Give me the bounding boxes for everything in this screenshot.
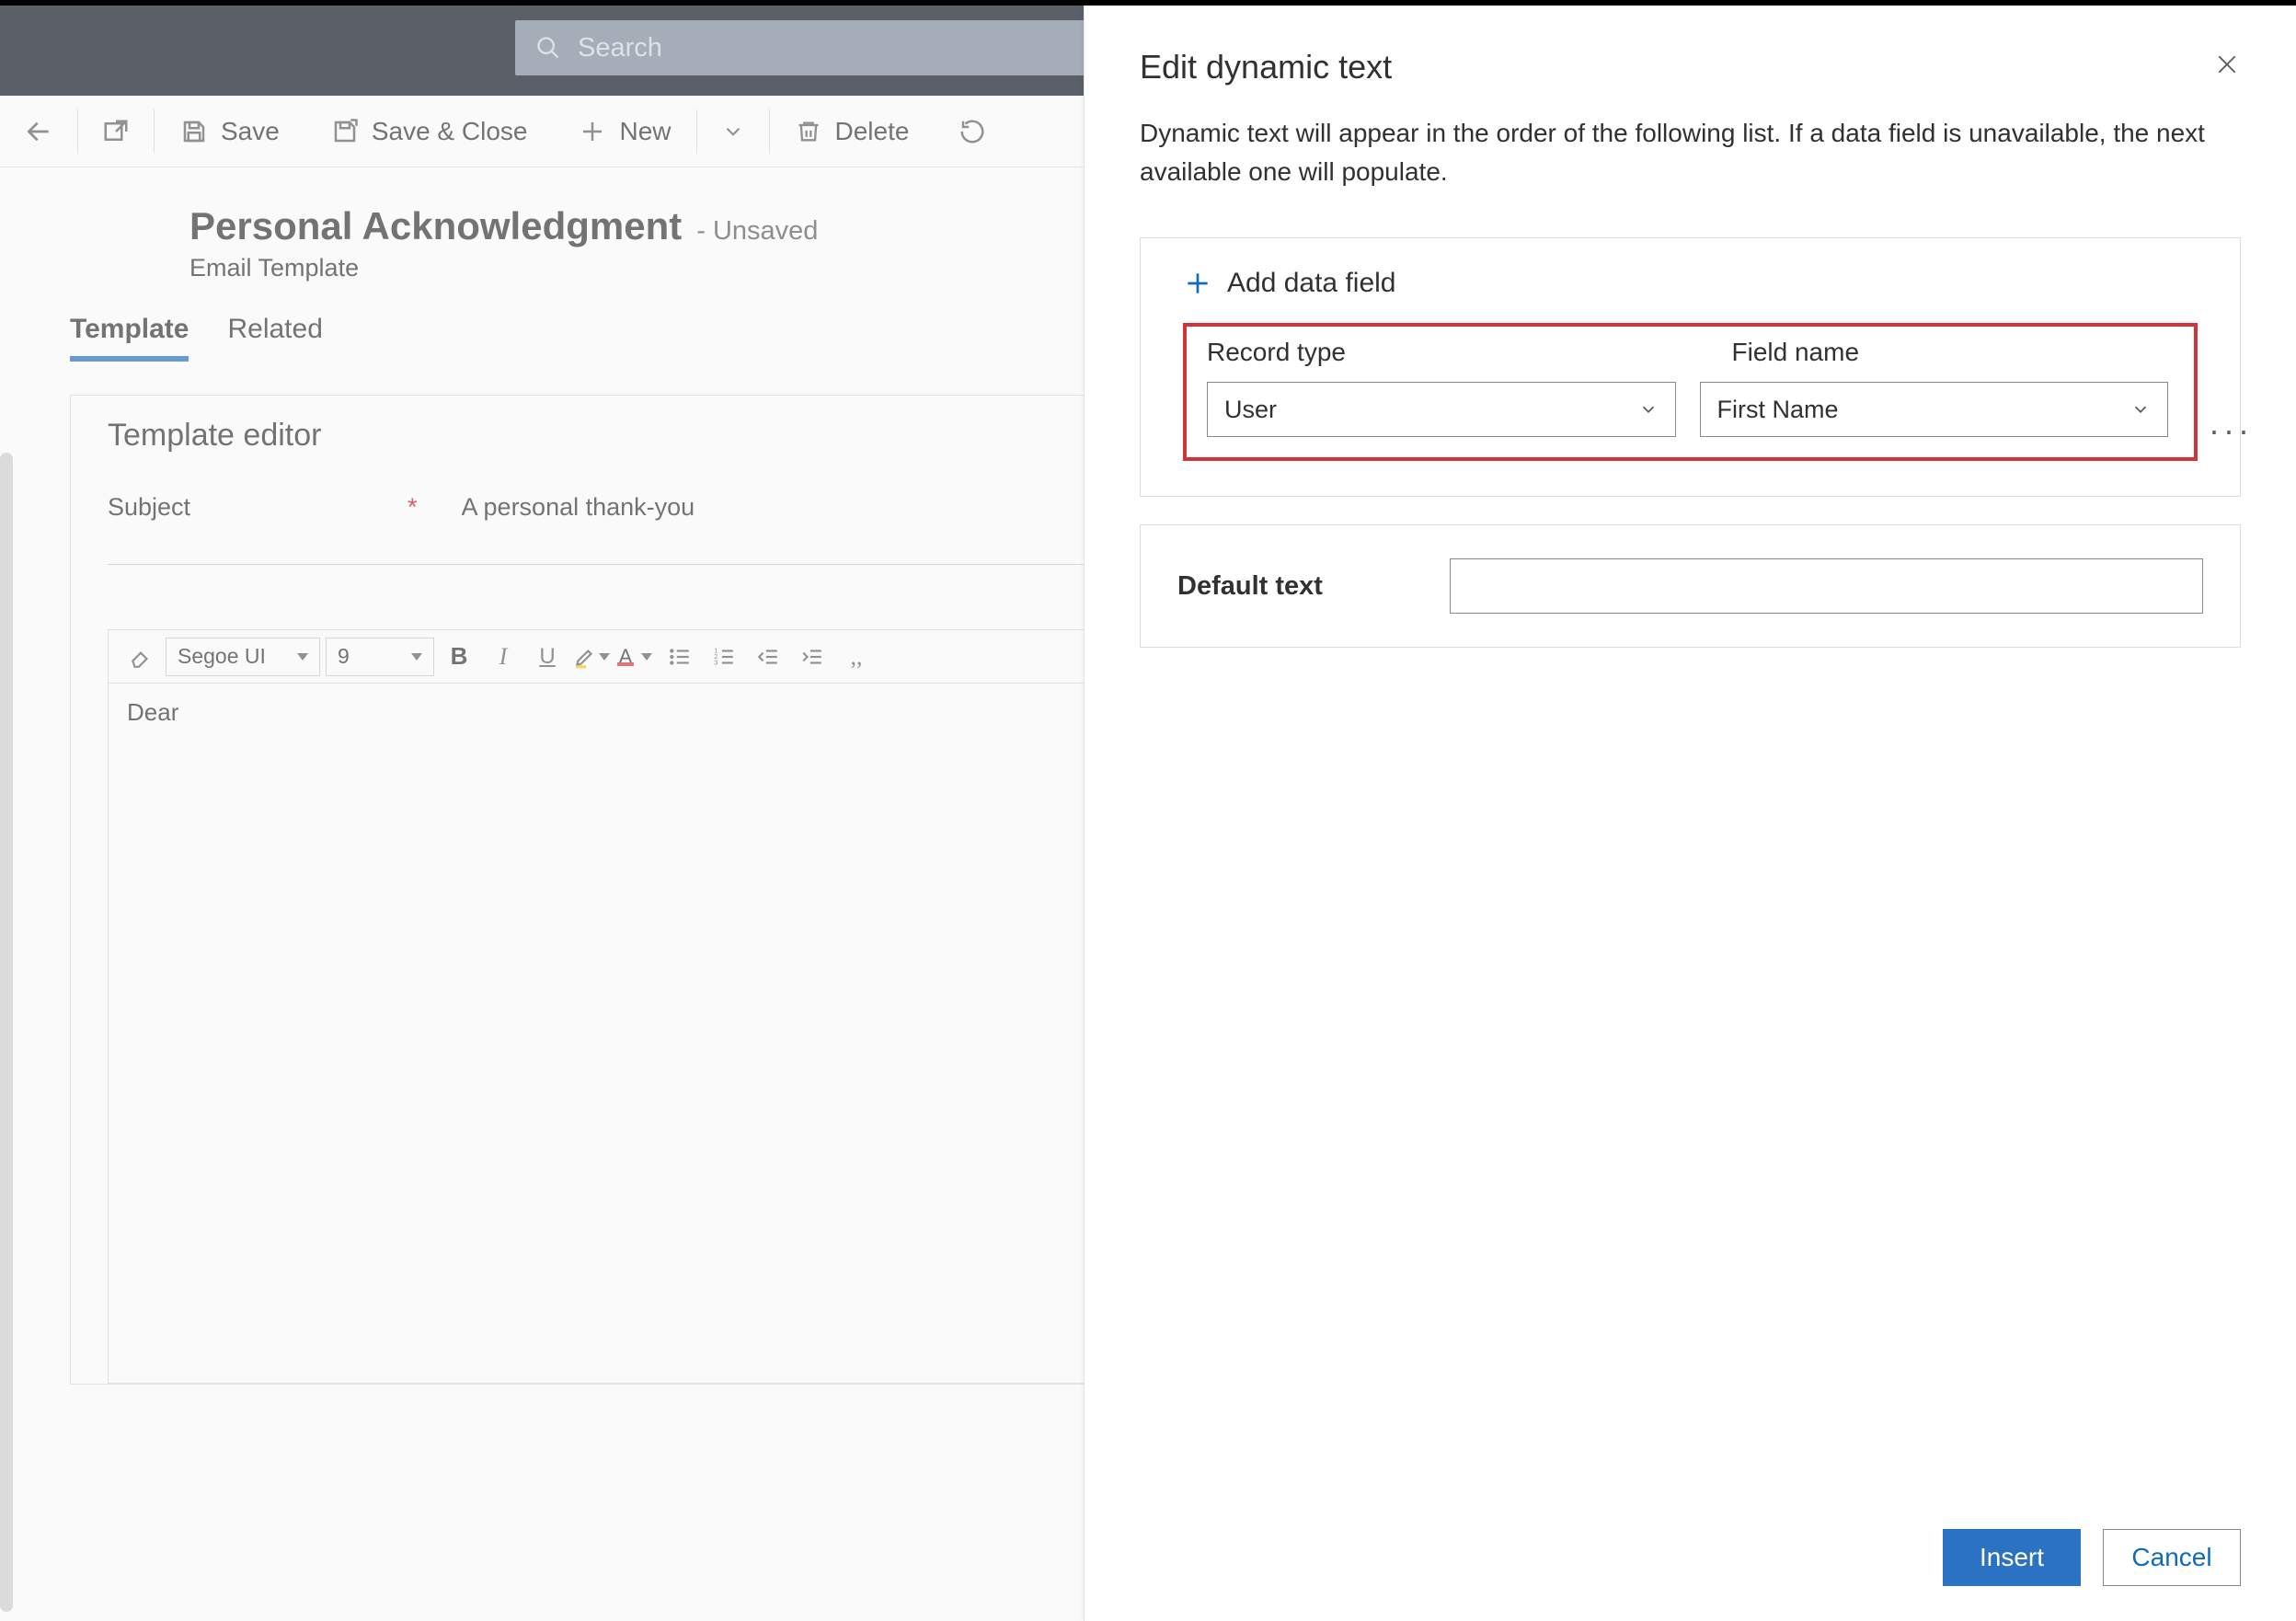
eraser-icon — [129, 645, 153, 669]
highlight-button[interactable] — [572, 638, 611, 676]
default-text-card: Default text — [1140, 524, 2241, 648]
refresh-button[interactable] — [935, 96, 1010, 167]
field-name-select[interactable]: First Name — [1700, 382, 2169, 437]
data-field-row-highlight: Record type Field name User First Name ·… — [1183, 323, 2198, 461]
bullet-list-icon — [668, 645, 692, 669]
popout-button[interactable] — [78, 96, 154, 167]
font-family-select[interactable]: Segoe UI — [166, 638, 320, 676]
indent-icon — [800, 645, 824, 669]
page-title: Personal Acknowledgment — [189, 204, 682, 248]
record-type-value: User — [1224, 396, 1277, 424]
delete-label: Delete — [834, 117, 909, 146]
delete-button[interactable]: Delete — [770, 96, 935, 167]
popout-icon — [102, 118, 130, 145]
chevron-down-icon — [297, 653, 308, 661]
bold-button[interactable]: B — [440, 638, 478, 676]
chevron-down-icon — [721, 120, 745, 144]
panel-description: Dynamic text will appear in the order of… — [1140, 114, 2241, 191]
insert-button[interactable]: Insert — [1943, 1529, 2081, 1586]
refresh-icon — [959, 118, 986, 145]
field-name-value: First Name — [1717, 396, 1839, 424]
numbered-list-icon: 123 — [712, 645, 736, 669]
blockquote-button[interactable]: ,, — [837, 638, 876, 676]
save-close-icon — [331, 118, 359, 145]
save-icon — [180, 118, 208, 145]
new-label: New — [619, 117, 671, 146]
add-data-field-button[interactable]: Add data field — [1183, 266, 2198, 319]
chevron-down-icon — [599, 653, 610, 661]
save-close-button[interactable]: Save & Close — [305, 96, 554, 167]
chevron-down-icon — [1638, 399, 1659, 420]
default-text-label: Default text — [1177, 571, 1417, 602]
search-placeholder: Search — [578, 33, 662, 63]
search-icon — [535, 35, 561, 61]
tab-related[interactable]: Related — [227, 314, 322, 362]
svg-text:3: 3 — [714, 658, 718, 666]
record-type-header: Record type — [1207, 338, 1644, 367]
numbered-list-button[interactable]: 123 — [705, 638, 743, 676]
default-text-input[interactable] — [1450, 558, 2203, 614]
add-data-field-label: Add data field — [1227, 268, 1395, 299]
font-color-button[interactable]: A — [616, 638, 655, 676]
plus-icon — [579, 118, 606, 145]
save-button[interactable]: Save — [155, 96, 305, 167]
subject-label: Subject — [108, 493, 402, 522]
indent-button[interactable] — [793, 638, 832, 676]
font-size-select[interactable]: 9 — [326, 638, 434, 676]
outdent-button[interactable] — [749, 638, 787, 676]
page-state: - Unsaved — [696, 216, 818, 247]
outdent-icon — [756, 645, 780, 669]
font-color-swatch — [617, 662, 634, 666]
clear-format-button[interactable] — [121, 638, 160, 676]
back-button[interactable] — [0, 96, 77, 167]
chevron-down-icon — [411, 653, 422, 661]
panel-close-button[interactable] — [2213, 51, 2241, 85]
record-type-select[interactable]: User — [1207, 382, 1676, 437]
underline-button[interactable]: U — [528, 638, 567, 676]
chevron-down-icon — [641, 653, 652, 661]
plus-icon — [1183, 269, 1212, 298]
save-label: Save — [221, 117, 280, 146]
close-icon — [2213, 51, 2241, 78]
new-chevron[interactable] — [697, 96, 769, 167]
field-name-header: Field name — [1732, 338, 2169, 367]
panel-footer: Insert Cancel — [1140, 1529, 2241, 1586]
italic-button[interactable]: I — [484, 638, 522, 676]
required-indicator: * — [408, 493, 418, 522]
edit-dynamic-text-panel: Edit dynamic text Dynamic text will appe… — [1084, 6, 2296, 1621]
arrow-left-icon — [24, 117, 53, 146]
chevron-down-icon — [2130, 399, 2151, 420]
cancel-button[interactable]: Cancel — [2103, 1529, 2241, 1586]
bullet-list-button[interactable] — [660, 638, 699, 676]
panel-title: Edit dynamic text — [1140, 48, 1392, 86]
trash-icon — [796, 119, 821, 144]
font-size-value: 9 — [338, 644, 350, 669]
save-close-label: Save & Close — [372, 117, 528, 146]
font-family-value: Segoe UI — [178, 644, 266, 669]
row-more-button[interactable]: ··· — [2209, 411, 2253, 450]
highlighter-icon — [573, 645, 597, 669]
tab-template[interactable]: Template — [70, 314, 189, 362]
data-field-card: Add data field Record type Field name Us… — [1140, 237, 2241, 497]
new-button[interactable]: New — [553, 96, 696, 167]
vertical-scrollbar[interactable] — [0, 453, 13, 1612]
